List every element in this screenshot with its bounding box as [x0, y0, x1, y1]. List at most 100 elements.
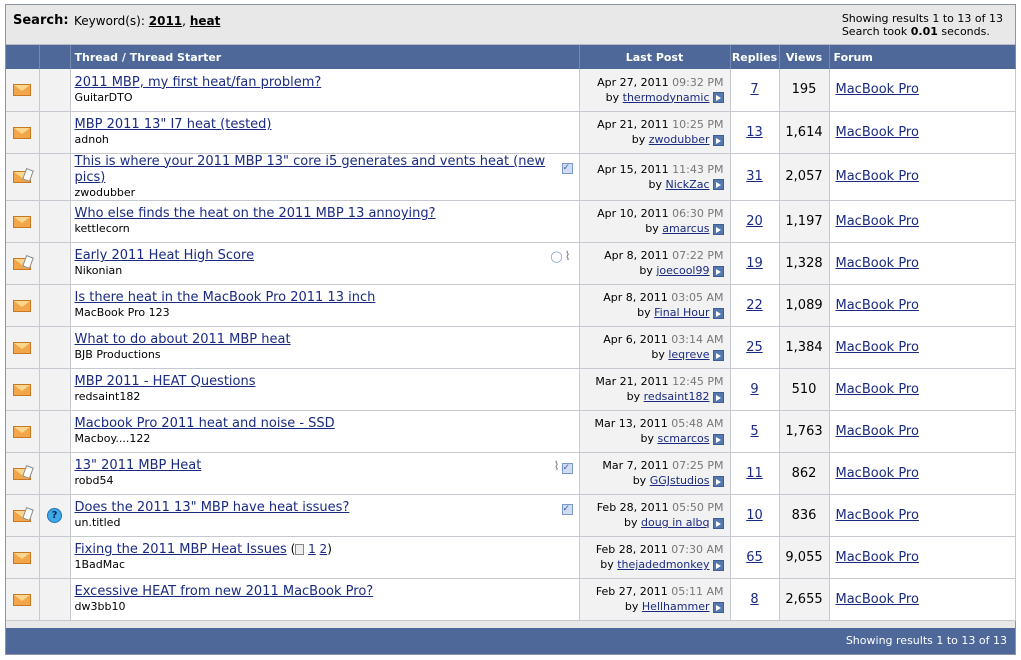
thread-title-link[interactable]: Macbook Pro 2011 heat and noise - SSD	[75, 416, 335, 431]
replies-link[interactable]: 8	[750, 592, 758, 607]
thread-title-link[interactable]: This is where your 2011 MBP 13" core i5 …	[75, 154, 546, 185]
replies-link[interactable]: 22	[746, 298, 763, 313]
last-poster-link[interactable]: amarcus	[662, 222, 709, 235]
replies-link[interactable]: 5	[750, 424, 758, 439]
thread-starter[interactable]: BJB Productions	[75, 348, 575, 362]
forum-link[interactable]: MacBook Pro	[836, 125, 919, 140]
header-replies[interactable]: Replies	[730, 45, 780, 69]
thread-starter[interactable]: Nikonian	[75, 264, 575, 278]
last-post-date: Apr 8, 2011	[604, 249, 669, 262]
forum-link[interactable]: MacBook Pro	[836, 340, 919, 355]
thread-title-link[interactable]: Is there heat in the MacBook Pro 2011 13…	[75, 290, 376, 305]
forum-link[interactable]: MacBook Pro	[836, 382, 919, 397]
last-poster-link[interactable]: NickZac	[665, 178, 709, 191]
last-poster-link[interactable]: thejadedmonkey	[617, 558, 709, 571]
thread-starter[interactable]: MacBook Pro 123	[75, 306, 575, 320]
last-poster-link[interactable]: zwodubber	[649, 133, 710, 146]
last-poster-link[interactable]: thermodynamic	[623, 91, 710, 104]
last-poster-link[interactable]: joecool99	[656, 264, 709, 277]
thread-title-link[interactable]: What to do about 2011 MBP heat	[75, 332, 291, 347]
go-to-last-post-icon[interactable]	[712, 223, 724, 235]
forum-link[interactable]: MacBook Pro	[836, 592, 919, 607]
table-row: MBP 2011 13" I7 heat (tested) adnoh Apr 21…	[6, 111, 1016, 154]
go-to-last-post-icon[interactable]	[712, 475, 724, 487]
forum-link[interactable]: MacBook Pro	[836, 82, 919, 97]
search-time: Search took 0.01 seconds.	[842, 25, 1003, 38]
page-link-1[interactable]: 1	[308, 542, 316, 556]
replies-link[interactable]: 31	[746, 169, 763, 184]
thread-starter[interactable]: kettlecorn	[75, 222, 575, 236]
forum-link[interactable]: MacBook Pro	[836, 466, 919, 481]
go-to-last-post-icon[interactable]	[712, 517, 724, 529]
views-cell: 9,055	[779, 536, 830, 579]
thread-starter[interactable]: adnoh	[75, 133, 575, 147]
hot-thread-envelope-icon	[13, 171, 32, 183]
thread-title-link[interactable]: Who else finds the heat on the 2011 MBP …	[75, 206, 436, 221]
last-poster-link[interactable]: scmarcos	[657, 432, 709, 445]
go-to-last-post-icon[interactable]	[712, 601, 724, 613]
last-poster-link[interactable]: Hellhammer	[642, 600, 710, 613]
thread-starter[interactable]: robd54	[75, 474, 575, 488]
go-to-last-post-icon[interactable]	[712, 559, 724, 571]
thread-title-link[interactable]: 2011 MBP, my first heat/fan problem?	[75, 75, 322, 90]
forum-link[interactable]: MacBook Pro	[836, 256, 919, 271]
thread-title-link[interactable]: Does the 2011 13" MBP have heat issues?	[75, 500, 350, 515]
last-post-time: 07:25 PM	[672, 459, 724, 472]
thread-starter[interactable]: redsaint182	[75, 390, 575, 404]
last-poster-link[interactable]: leqreve	[668, 348, 709, 361]
replies-link[interactable]: 7	[750, 82, 758, 97]
thread-title-link[interactable]: MBP 2011 - HEAT Questions	[75, 374, 256, 389]
replies-link[interactable]: 11	[746, 466, 763, 481]
last-poster-link[interactable]: GGJstudios	[650, 474, 710, 487]
replies-link[interactable]: 9	[750, 382, 758, 397]
results-count: Showing results 1 to 13 of 13	[841, 12, 1003, 25]
forum-link[interactable]: MacBook Pro	[836, 169, 919, 184]
go-to-last-post-icon[interactable]	[712, 349, 724, 361]
thread-title-link[interactable]: Early 2011 Heat High Score	[75, 248, 255, 263]
thread-starter[interactable]: zwodubber	[75, 186, 575, 200]
go-to-last-post-icon[interactable]	[712, 265, 724, 277]
thread-title-link[interactable]: MBP 2011 13" I7 heat (tested)	[75, 117, 272, 132]
header-forum[interactable]: Forum	[829, 45, 1016, 69]
thread-title-link[interactable]: Fixing the 2011 MBP Heat Issues	[75, 542, 287, 557]
replies-link[interactable]: 20	[746, 214, 763, 229]
header-views[interactable]: Views	[779, 45, 830, 69]
header-icon-col	[6, 45, 40, 69]
keyword-separator: ,	[182, 14, 186, 28]
thread-title-link[interactable]: 13" 2011 MBP Heat	[75, 458, 202, 473]
go-to-last-post-icon[interactable]	[712, 134, 724, 146]
last-post-date: Mar 21, 2011	[595, 375, 669, 388]
thread-starter[interactable]: dw3bb10	[75, 600, 575, 614]
keyword-link-2011[interactable]: 2011	[149, 14, 182, 28]
forum-link[interactable]: MacBook Pro	[836, 298, 919, 313]
last-poster-link[interactable]: doug in albq	[641, 516, 709, 529]
forum-link[interactable]: MacBook Pro	[836, 550, 919, 565]
go-to-last-post-icon[interactable]	[712, 307, 724, 319]
forum-link[interactable]: MacBook Pro	[836, 214, 919, 229]
go-to-last-post-icon[interactable]	[712, 179, 724, 190]
replies-link[interactable]: 10	[746, 508, 763, 523]
thread-starter[interactable]: Macboy....122	[75, 432, 575, 446]
replies-cell: 65	[730, 536, 780, 579]
thread-starter[interactable]: GuitarDTO	[75, 91, 575, 105]
replies-link[interactable]: 19	[746, 256, 763, 271]
go-to-last-post-icon[interactable]	[712, 433, 724, 445]
thread-title-link[interactable]: Excessive HEAT from new 2011 MacBook Pro…	[75, 584, 374, 599]
last-poster-link[interactable]: Final Hour	[654, 306, 709, 319]
thread-starter[interactable]: un.titled	[75, 516, 575, 530]
last-post-by: by GGJstudios	[580, 473, 724, 488]
go-to-last-post-icon[interactable]	[712, 391, 724, 403]
header-thread[interactable]: Thread / Thread Starter	[70, 45, 580, 69]
thread-starter[interactable]: 1BadMac	[75, 558, 575, 572]
keyword-link-heat[interactable]: heat	[190, 14, 221, 28]
replies-link[interactable]: 13	[746, 125, 763, 140]
last-poster-link[interactable]: redsaint182	[644, 390, 710, 403]
forum-link[interactable]: MacBook Pro	[836, 508, 919, 523]
thread-cell: What to do about 2011 MBP heat BJB Produc…	[70, 326, 580, 369]
by-label: by	[624, 516, 638, 529]
replies-link[interactable]: 65	[746, 550, 763, 565]
forum-link[interactable]: MacBook Pro	[836, 424, 919, 439]
header-last-post[interactable]: Last Post	[579, 45, 731, 69]
go-to-last-post-icon[interactable]	[712, 92, 724, 104]
replies-link[interactable]: 25	[746, 340, 763, 355]
